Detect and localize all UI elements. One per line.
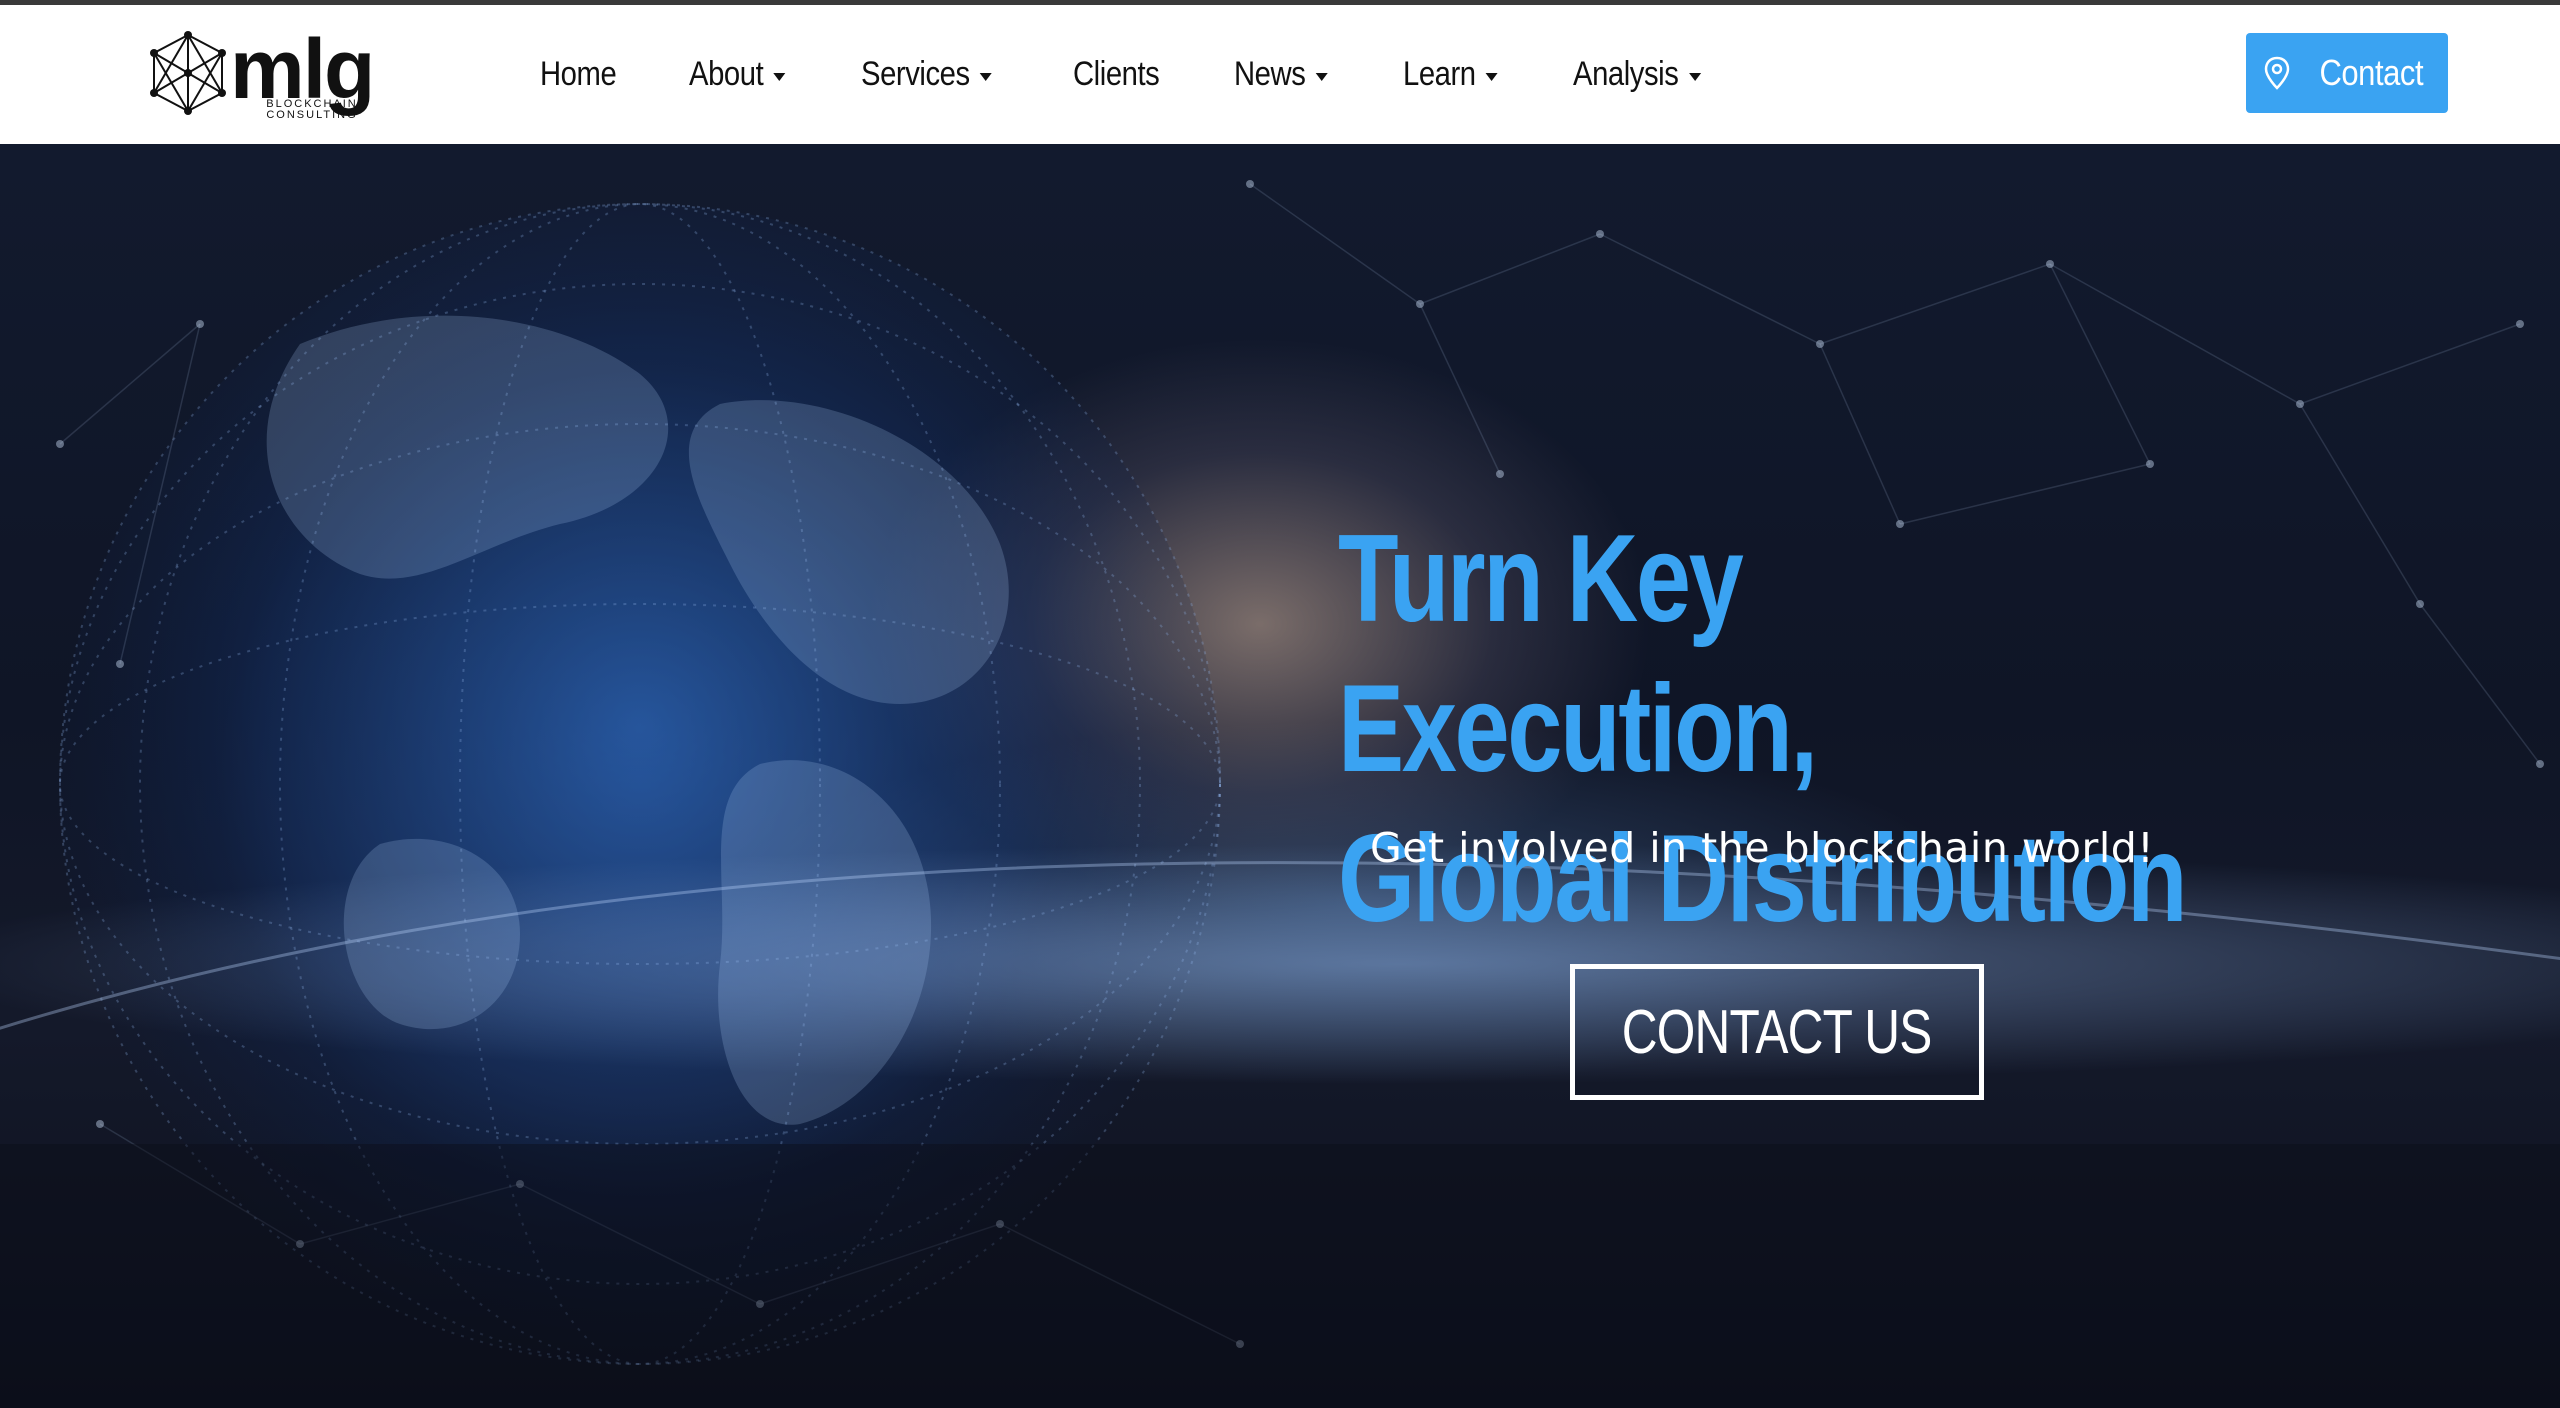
site-header: mlg BLOCKCHAIN CONSULTING Home About Ser… <box>0 5 2560 144</box>
nav-item-label: Clients <box>1073 55 1160 93</box>
hero-subtitle: Get involved in the blockchain world! <box>1370 824 2155 872</box>
nav-item-label: About <box>688 55 764 93</box>
nav-item-services[interactable]: Services <box>861 55 993 94</box>
caret-down-icon <box>1689 72 1702 81</box>
nav-item-home[interactable]: Home <box>540 55 617 94</box>
nav-item-label: Services <box>861 55 970 93</box>
brand-tagline-line2: CONSULTING <box>266 109 358 121</box>
caret-down-icon <box>1315 72 1328 81</box>
hero-title-line1: Turn Key Execution, <box>1338 510 1818 798</box>
hero-title: Turn Key Execution, Global Distribution <box>1338 504 2218 954</box>
contact-button-label: Contact <box>2319 52 2423 93</box>
contact-us-button[interactable]: CONTACT US <box>1570 964 1984 1100</box>
contact-button[interactable]: Contact <box>2246 33 2448 113</box>
nav-item-analysis[interactable]: Analysis <box>1573 55 1702 94</box>
nav-item-label: Analysis <box>1573 55 1679 93</box>
nav-item-label: Learn <box>1402 55 1476 93</box>
brand-logo[interactable]: mlg BLOCKCHAIN CONSULTING <box>150 22 400 127</box>
caret-down-icon <box>1485 72 1498 81</box>
nav-item-label: News <box>1233 55 1306 93</box>
hero-section: Turn Key Execution, Global Distribution … <box>0 144 2560 1408</box>
map-pin-icon <box>2264 56 2289 90</box>
nav-item-learn[interactable]: Learn <box>1403 55 1498 94</box>
hexagon-network-icon <box>150 31 226 115</box>
nav-item-about[interactable]: About <box>689 55 786 94</box>
main-nav: Home About Services Clients News Learn A… <box>540 5 1782 144</box>
contact-us-button-label: CONTACT US <box>1622 997 1933 1067</box>
nav-item-news[interactable]: News <box>1234 55 1328 94</box>
nav-item-clients[interactable]: Clients <box>1073 55 1160 94</box>
caret-down-icon <box>980 72 993 81</box>
caret-down-icon <box>773 72 786 81</box>
nav-item-label: Home <box>540 55 617 93</box>
brand-tagline: BLOCKCHAIN CONSULTING <box>232 99 392 121</box>
